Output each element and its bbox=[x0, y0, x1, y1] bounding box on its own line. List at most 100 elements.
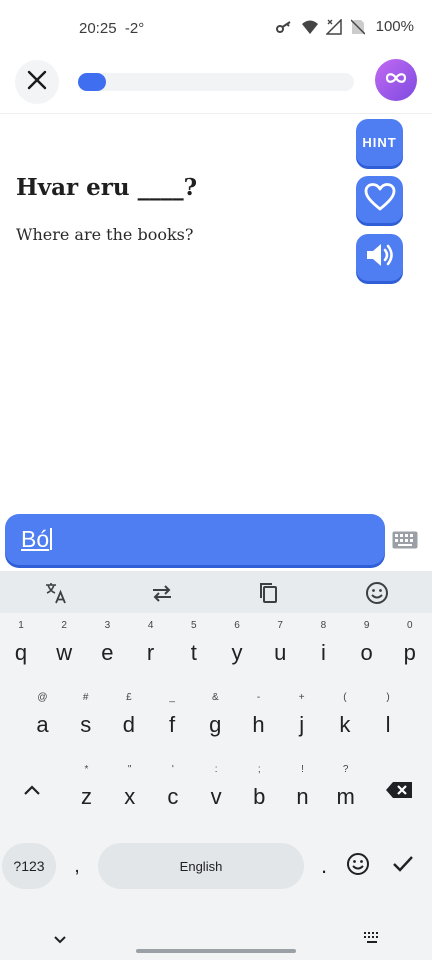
key-label: j bbox=[299, 712, 305, 737]
key-d[interactable]: £ d bbox=[107, 686, 150, 758]
vpn-key-icon bbox=[275, 19, 292, 35]
key-x[interactable]: " x bbox=[108, 758, 151, 830]
key-m[interactable]: ? m bbox=[324, 758, 367, 830]
answer-input[interactable]: Bó bbox=[5, 514, 385, 565]
audio-button[interactable] bbox=[356, 234, 403, 281]
hide-keyboard-button[interactable] bbox=[48, 928, 72, 952]
clock: 20:25 bbox=[79, 20, 117, 37]
keyboard-picker-button[interactable] bbox=[360, 928, 384, 952]
key-hint: ? bbox=[342, 764, 349, 775]
key-s[interactable]: # s bbox=[64, 686, 107, 758]
key-label: l bbox=[385, 712, 391, 737]
translate-icon[interactable] bbox=[44, 581, 68, 605]
clipboard-icon[interactable] bbox=[257, 581, 281, 605]
enter-key[interactable] bbox=[386, 847, 420, 885]
close-button[interactable] bbox=[15, 60, 59, 104]
key-label: z bbox=[81, 784, 92, 809]
key-label: q bbox=[14, 640, 28, 665]
key-u[interactable]: 7u bbox=[259, 614, 302, 686]
hint-label: HINT bbox=[362, 135, 397, 150]
key-label: v bbox=[210, 784, 222, 809]
emoji-icon bbox=[346, 852, 370, 881]
key-p[interactable]: 0p bbox=[388, 614, 431, 686]
shift-key[interactable] bbox=[12, 776, 52, 808]
key-label: b bbox=[253, 784, 266, 809]
key-label: k bbox=[339, 712, 351, 737]
key-hint: : bbox=[214, 764, 218, 775]
key-hint: ; bbox=[257, 764, 261, 775]
key-f[interactable]: _ f bbox=[151, 686, 194, 758]
status-time: 20:25 -2° bbox=[79, 20, 144, 37]
translation-text: Where are the books? bbox=[16, 225, 194, 244]
key-label: u bbox=[274, 640, 287, 665]
key-y[interactable]: 6y bbox=[216, 614, 259, 686]
key-g[interactable]: & g bbox=[194, 686, 237, 758]
home-indicator[interactable] bbox=[136, 949, 296, 953]
key-label: t bbox=[190, 640, 197, 665]
space-key[interactable]: English bbox=[98, 843, 304, 889]
key-o[interactable]: 9o bbox=[345, 614, 388, 686]
key-n[interactable]: ! n bbox=[281, 758, 324, 830]
prompt-end: ? bbox=[183, 174, 198, 201]
period-key[interactable]: . bbox=[310, 843, 338, 889]
key-label: n bbox=[296, 784, 309, 809]
emoji-key[interactable] bbox=[342, 847, 374, 885]
key-hint: ' bbox=[171, 764, 174, 775]
heart-icon bbox=[364, 183, 396, 216]
prompt-text: Hvar eru bbox=[16, 174, 138, 201]
backspace-icon bbox=[385, 781, 413, 804]
emoji-icon[interactable] bbox=[365, 581, 389, 605]
key-label: p bbox=[403, 640, 416, 665]
favorite-button[interactable] bbox=[356, 176, 403, 223]
key-hint: ) bbox=[386, 692, 390, 703]
key-k[interactable]: (k bbox=[323, 686, 366, 758]
comma-key[interactable]: , bbox=[62, 843, 92, 889]
key-hint: + bbox=[298, 692, 305, 703]
key-label: s bbox=[80, 712, 92, 737]
key-hint: 7 bbox=[277, 620, 283, 631]
key-t[interactable]: 5t bbox=[172, 614, 215, 686]
infinity-button[interactable] bbox=[375, 59, 417, 101]
key-e[interactable]: 3e bbox=[86, 614, 129, 686]
key-label: o bbox=[360, 640, 373, 665]
key-z[interactable]: * z bbox=[65, 758, 108, 830]
keyboard-row-1: 1q2w3e4r5t6y7u8i9o0p bbox=[0, 614, 432, 686]
key-w[interactable]: 2w bbox=[43, 614, 86, 686]
keyboard-icon[interactable] bbox=[392, 531, 418, 549]
hint-button[interactable]: HINT bbox=[356, 119, 403, 166]
key-i[interactable]: 8i bbox=[302, 614, 345, 686]
signal-icon bbox=[324, 17, 342, 35]
key-b[interactable]: ; b bbox=[238, 758, 281, 830]
key-q[interactable]: 1q bbox=[0, 614, 43, 686]
keyboard-grid-icon bbox=[363, 931, 381, 950]
question-prompt: Hvar eru ____? bbox=[16, 174, 197, 201]
progress-fill bbox=[78, 73, 106, 91]
key-label: x bbox=[124, 784, 136, 809]
key-j[interactable]: + j bbox=[280, 686, 323, 758]
shift-icon bbox=[23, 783, 41, 801]
text-caret bbox=[50, 528, 53, 550]
key-label: h bbox=[252, 712, 265, 737]
key-h[interactable]: -h bbox=[237, 686, 280, 758]
answer-value: Bó bbox=[21, 526, 53, 553]
soft-keyboard: 1q2w3e4r5t6y7u8i9o0p @ a # s £ d _ f & g - h + j(k) l … bbox=[0, 571, 432, 960]
key-label: i bbox=[320, 640, 326, 665]
backspace-key[interactable] bbox=[378, 776, 420, 808]
no-sim-icon bbox=[350, 18, 367, 35]
key-v[interactable]: :v bbox=[195, 758, 238, 830]
key-r[interactable]: 4r bbox=[129, 614, 172, 686]
key-label: c bbox=[167, 784, 179, 809]
navigation-bar bbox=[0, 920, 432, 960]
key-c[interactable]: ' c bbox=[151, 758, 194, 830]
key-hint: 1 bbox=[18, 620, 24, 631]
keyboard-row-3: * z " x ' c: v; b! n? m bbox=[0, 758, 432, 830]
key-label: w bbox=[56, 640, 73, 665]
key-l[interactable]: ) l bbox=[367, 686, 410, 758]
key-a[interactable]: @ a bbox=[21, 686, 64, 758]
key-hint: " bbox=[127, 764, 132, 775]
key-hint: 3 bbox=[104, 620, 111, 631]
infinity-icon bbox=[384, 71, 408, 90]
keyboard-toolbar bbox=[0, 571, 432, 613]
swap-icon[interactable] bbox=[150, 581, 174, 605]
symbols-key[interactable]: ?123 bbox=[2, 843, 56, 889]
